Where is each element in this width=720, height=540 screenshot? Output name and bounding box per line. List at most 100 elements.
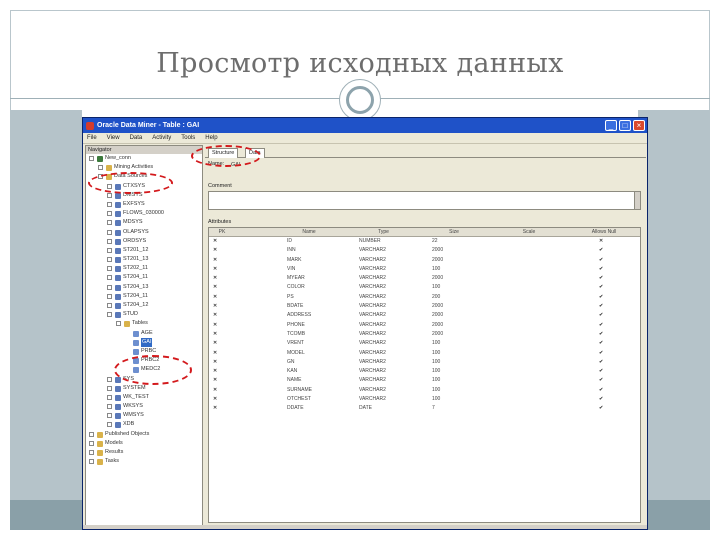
collapse-toggle-icon[interactable] <box>89 156 94 161</box>
tree-node[interactable]: WKSYS <box>86 402 202 411</box>
table-row[interactable]: ✕ PS VARCHAR2 200 ✔ <box>209 293 640 302</box>
not-key-icon[interactable]: ✕ <box>213 321 217 330</box>
tree-node[interactable]: ST201_13 <box>86 255 202 264</box>
allows-null-check-icon[interactable]: ✔ <box>599 404 603 413</box>
not-key-icon[interactable]: ✕ <box>213 246 217 255</box>
column-header[interactable]: Name <box>279 228 339 237</box>
column-header[interactable]: Type <box>351 228 416 237</box>
expand-toggle-icon[interactable] <box>89 431 94 437</box>
allows-null-check-icon[interactable]: ✔ <box>599 386 603 395</box>
expand-toggle-icon[interactable] <box>107 303 112 308</box>
comment-scrollbar[interactable] <box>634 192 640 209</box>
table-row[interactable]: ✕ MARK VARCHAR2 2000 ✔ <box>209 256 640 265</box>
expand-toggle-icon[interactable] <box>98 165 103 171</box>
menu-view[interactable]: View <box>107 135 120 141</box>
allows-null-check-icon[interactable]: ✔ <box>599 256 603 265</box>
tree-node[interactable]: ST202_11 <box>86 264 202 273</box>
not-key-icon[interactable]: ✕ <box>213 311 217 320</box>
menu-activity[interactable]: Activity <box>152 135 171 141</box>
table-row[interactable]: ✕ COLOR VARCHAR2 100 ✔ <box>209 283 640 292</box>
collapse-toggle-icon[interactable] <box>116 321 121 327</box>
allows-null-check-icon[interactable]: ✔ <box>599 321 603 330</box>
expand-toggle-icon[interactable] <box>107 229 112 235</box>
not-key-icon[interactable]: ✕ <box>213 395 217 404</box>
allows-null-check-icon[interactable]: ✔ <box>599 246 603 255</box>
expand-toggle-icon[interactable] <box>107 266 112 272</box>
tree-node[interactable]: Tables <box>86 319 202 328</box>
not-key-icon[interactable]: ✕ <box>213 265 217 274</box>
tree-node[interactable]: FLOWS_030000 <box>86 209 202 218</box>
table-row[interactable]: ✕ PHONE VARCHAR2 2000 ✔ <box>209 321 640 330</box>
expand-toggle-icon[interactable] <box>107 275 112 281</box>
menu-file[interactable]: File <box>87 135 97 141</box>
allows-null-check-icon[interactable]: ✔ <box>599 302 603 311</box>
not-key-icon[interactable]: ✕ <box>213 274 217 283</box>
table-row[interactable]: ✕ TCOMB VARCHAR2 2000 ✔ <box>209 330 640 339</box>
not-key-icon[interactable]: ✕ <box>213 339 217 348</box>
allows-null-check-icon[interactable]: ✔ <box>599 349 603 358</box>
table-row[interactable]: ✕ VIN VARCHAR2 100 ✔ <box>209 265 640 274</box>
tree-node[interactable]: ST204_11 <box>86 273 202 282</box>
not-key-icon[interactable]: ✕ <box>213 283 217 292</box>
expand-toggle-icon[interactable] <box>107 220 112 226</box>
expand-toggle-icon[interactable] <box>107 394 112 400</box>
tree-node[interactable]: Results <box>86 448 202 457</box>
allows-null-check-icon[interactable]: ✔ <box>599 311 603 320</box>
allows-null-check-icon[interactable]: ✔ <box>599 367 603 376</box>
allows-null-check-icon[interactable]: ✔ <box>599 293 603 302</box>
column-header[interactable]: PK <box>211 228 233 237</box>
not-key-icon[interactable]: ✕ <box>213 358 217 367</box>
expand-toggle-icon[interactable] <box>107 385 112 391</box>
expand-toggle-icon[interactable] <box>107 192 112 198</box>
tree-node[interactable]: Models <box>86 439 202 448</box>
tree-node[interactable]: MDSYS <box>86 218 202 227</box>
expand-toggle-icon[interactable] <box>107 238 112 244</box>
expand-toggle-icon[interactable] <box>89 450 94 455</box>
expand-toggle-icon[interactable] <box>89 440 94 446</box>
tree-node[interactable]: Published Objects <box>86 430 202 439</box>
table-row[interactable]: ✕ ADDRESS VARCHAR2 2000 ✔ <box>209 311 640 320</box>
expand-toggle-icon[interactable] <box>107 422 112 428</box>
expand-toggle-icon[interactable] <box>107 404 112 410</box>
table-row[interactable]: ✕ MODEL VARCHAR2 100 ✔ <box>209 349 640 358</box>
primary-key-icon[interactable]: ✕ <box>213 237 217 246</box>
menu-help[interactable]: Help <box>205 135 217 141</box>
column-header[interactable]: Scale <box>499 228 559 237</box>
expand-toggle-icon[interactable] <box>107 284 112 290</box>
allows-null-check-icon[interactable]: ✔ <box>599 330 603 339</box>
allows-null-check-icon[interactable]: ✔ <box>599 376 603 385</box>
expand-toggle-icon[interactable] <box>107 247 112 253</box>
allows-null-check-icon[interactable]: ✔ <box>599 283 603 292</box>
column-header[interactable]: Size <box>424 228 484 237</box>
tree-node[interactable]: WK_TEST <box>86 393 202 402</box>
allows-null-check-icon[interactable]: ✔ <box>599 265 603 274</box>
tree-node[interactable]: ST204_11 <box>86 292 202 301</box>
tree-node[interactable]: Tasks <box>86 457 202 466</box>
column-header[interactable]: Allows Null <box>569 228 639 237</box>
expand-toggle-icon[interactable] <box>107 376 112 382</box>
not-null-cross-icon[interactable]: ✕ <box>599 237 603 246</box>
close-button[interactable]: × <box>633 120 645 131</box>
expand-toggle-icon[interactable] <box>107 257 112 263</box>
allows-null-check-icon[interactable]: ✔ <box>599 358 603 367</box>
table-row[interactable]: ✕ KAN VARCHAR2 100 ✔ <box>209 367 640 376</box>
tree-node[interactable]: GAI <box>86 337 202 347</box>
not-key-icon[interactable]: ✕ <box>213 404 217 413</box>
tree-node[interactable]: New_conn <box>86 154 202 163</box>
table-row[interactable]: ✕ ID NUMBER 22 ✕ <box>209 237 640 246</box>
tree-node[interactable]: XDB <box>86 420 202 429</box>
expand-toggle-icon[interactable] <box>107 211 112 217</box>
expand-toggle-icon[interactable] <box>107 201 112 207</box>
tree-node[interactable]: WMSYS <box>86 411 202 420</box>
not-key-icon[interactable]: ✕ <box>213 293 217 302</box>
tree-node[interactable]: ST204_13 <box>86 283 202 292</box>
expand-toggle-icon[interactable] <box>107 293 112 299</box>
not-key-icon[interactable]: ✕ <box>213 349 217 358</box>
tree-node[interactable]: SYSTEM <box>86 384 202 393</box>
table-row[interactable]: ✕ SURNAME VARCHAR2 100 ✔ <box>209 386 640 395</box>
table-row[interactable]: ✕ GN VARCHAR2 100 ✔ <box>209 358 640 367</box>
tree-node[interactable]: ST201_12 <box>86 246 202 255</box>
tree-node[interactable]: STUD <box>86 310 202 319</box>
maximize-button[interactable]: □ <box>619 120 631 131</box>
allows-null-check-icon[interactable]: ✔ <box>599 395 603 404</box>
